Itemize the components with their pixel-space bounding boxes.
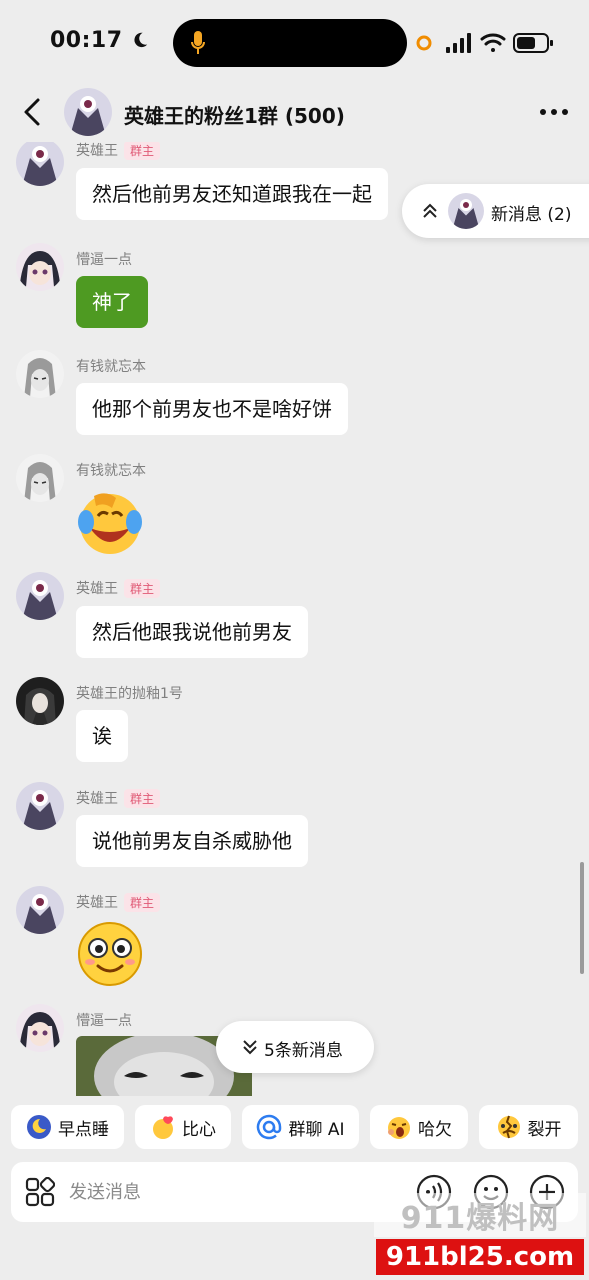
heart-hands-icon: [153, 1116, 173, 1139]
new-messages-bottom-button[interactable]: 5条新消息: [216, 1021, 374, 1073]
group-title: 英雄王的粉丝1群 (500): [124, 104, 345, 128]
scrollbar[interactable]: [580, 862, 584, 974]
quick-reply-bar: 早点睡 比心 群聊 AI 哈欠 裂开: [0, 1105, 589, 1151]
sender-row: 有钱就忘本: [76, 460, 146, 480]
avatar[interactable]: [16, 677, 64, 725]
sender-name: 有钱就忘本: [76, 359, 146, 375]
avatar[interactable]: [16, 142, 64, 186]
at-icon: [257, 1114, 282, 1140]
quick-reply-early-sleep[interactable]: 早点睡: [11, 1105, 124, 1149]
owner-badge: 群主: [124, 788, 161, 808]
quick-reply-group-ai[interactable]: 群聊 AI: [242, 1105, 359, 1149]
sender-row: 懵逼一点: [76, 1010, 132, 1030]
avatar[interactable]: [16, 782, 64, 830]
smiling-face-emoji-icon[interactable]: [76, 920, 144, 988]
quick-reply-crack[interactable]: 裂开: [479, 1105, 578, 1149]
yawn-icon: [388, 1117, 410, 1139]
battery-icon: [513, 33, 553, 53]
owner-badge: 群主: [124, 578, 161, 598]
new-messages-count-label: 5条新消息: [264, 1041, 343, 1061]
avatar[interactable]: [16, 886, 64, 934]
status-bar: 00:17: [0, 0, 589, 86]
owner-badge: 群主: [124, 892, 161, 912]
message-list[interactable]: 英雄王 群主 然后他前男友还知道跟我在一起 懵逼一点 神了 有钱就忘本 他那个前…: [0, 142, 589, 1097]
sender-row: 英雄王 群主: [76, 892, 161, 912]
sender-name: 英雄王: [76, 895, 118, 911]
more-options-icon[interactable]: [538, 102, 570, 122]
message-bubble[interactable]: 说他前男友自杀威胁他: [76, 815, 308, 867]
crack-face-icon: [497, 1115, 520, 1139]
moon-sleep-icon: [27, 1115, 51, 1139]
new-messages-top-button[interactable]: 新消息 (2): [402, 184, 589, 238]
avatar: [448, 193, 484, 229]
dynamic-island: [173, 19, 407, 67]
sender-name: 有钱就忘本: [76, 463, 146, 479]
apps-grid-icon[interactable]: [25, 1177, 55, 1207]
moon-icon: [134, 32, 147, 48]
message-input[interactable]: [69, 1172, 399, 1212]
avatar[interactable]: [16, 454, 64, 502]
double-chevron-down-icon: [243, 1040, 257, 1055]
double-chevron-up-icon: [423, 203, 437, 218]
status-time: 00:17: [50, 28, 149, 53]
chat-header: 英雄王的粉丝1群 (500): [0, 86, 589, 142]
sender-row: 英雄王 群主: [76, 788, 161, 808]
watermark: 911爆料网 911bl25.com: [374, 1193, 586, 1277]
sender-row: 懵逼一点: [76, 249, 132, 269]
group-avatar[interactable]: [64, 88, 112, 136]
sender-row: 英雄王 群主: [76, 142, 161, 160]
message-bubble[interactable]: 然后他跟我说他前男友: [76, 606, 308, 658]
microphone-icon: [191, 31, 205, 54]
owner-badge: 群主: [124, 142, 161, 160]
avatar[interactable]: [16, 572, 64, 620]
sender-name: 英雄王: [76, 791, 118, 807]
quick-reply-yawn[interactable]: 哈欠: [370, 1105, 468, 1149]
wifi-icon: [480, 33, 506, 52]
sender-name: 懵逼一点: [76, 252, 132, 268]
back-arrow-icon[interactable]: [18, 94, 48, 130]
avatar[interactable]: [16, 1004, 64, 1052]
message-bubble[interactable]: 神了: [76, 276, 148, 328]
new-messages-label: 新消息 (2): [491, 205, 572, 225]
status-icons: [416, 33, 553, 53]
watermark-bottom: 911bl25.com: [376, 1239, 584, 1275]
sender-row: 英雄王 群主: [76, 578, 161, 598]
laughing-crying-emoji-icon[interactable]: [76, 488, 144, 556]
sender-name: 英雄王: [76, 581, 118, 597]
message-bubble[interactable]: 然后他前男友还知道跟我在一起: [76, 168, 388, 220]
sender-row: 英雄王的抛釉1号: [76, 683, 183, 703]
sender-name: 英雄王的抛釉1号: [76, 686, 183, 702]
message-bubble[interactable]: 他那个前男友也不是啥好饼: [76, 383, 348, 435]
avatar[interactable]: [16, 350, 64, 398]
watermark-top: 911爆料网: [374, 1193, 586, 1237]
sender-name: 懵逼一点: [76, 1013, 132, 1029]
message-bubble[interactable]: 诶: [76, 710, 128, 762]
avatar[interactable]: [16, 243, 64, 291]
sender-name: 英雄王: [76, 143, 118, 159]
cellular-signal-icon: [446, 33, 471, 53]
recording-dot-icon: [416, 35, 432, 51]
sender-row: 有钱就忘本: [76, 356, 146, 376]
quick-reply-heart[interactable]: 比心: [135, 1105, 231, 1149]
